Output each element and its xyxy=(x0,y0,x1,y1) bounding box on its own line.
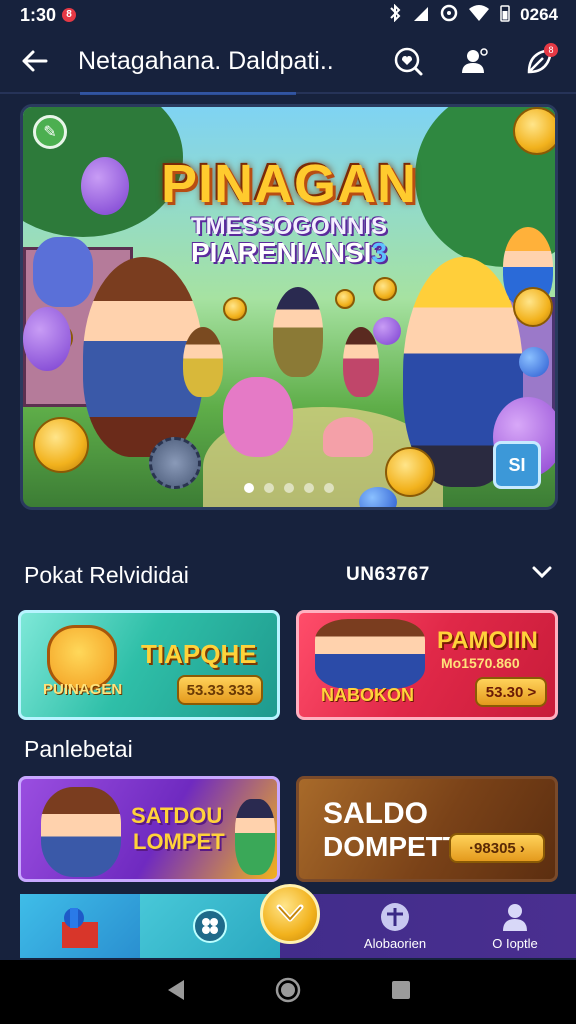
status-right: 0264 xyxy=(388,3,558,27)
purple-orb-decoration xyxy=(81,157,129,215)
back-button[interactable] xyxy=(16,43,52,79)
card-subtitle: Mo1570.860 xyxy=(441,655,520,671)
notification-dot: 8 xyxy=(62,8,77,22)
wallet-title-line2: DOMPETT xyxy=(323,831,460,862)
pink-monster-character xyxy=(223,377,293,457)
chevron-down-coin-icon xyxy=(276,904,304,922)
mushroom-character xyxy=(323,417,373,457)
gear-orb-decoration xyxy=(149,437,201,489)
search-button[interactable] xyxy=(388,41,428,81)
nav-label-profile: O Ioptle xyxy=(492,935,538,951)
message-badge: 8 xyxy=(544,43,558,57)
status-time: 1:30 xyxy=(20,4,57,25)
alarm-icon xyxy=(440,4,458,27)
wallet-title-line1: SALDO xyxy=(323,797,428,830)
coin-decoration xyxy=(373,277,397,301)
chevron-down-icon[interactable] xyxy=(530,562,554,587)
clover-icon xyxy=(193,909,227,943)
nav-item-profile[interactable]: O Ioptle xyxy=(460,894,570,958)
messages-button[interactable]: 8 xyxy=(520,41,560,81)
small-kid-character xyxy=(183,327,223,397)
hero-banner[interactable]: PINAGAN TMESSOGONNIS PIARENIANSI3 ✎ SI xyxy=(20,104,558,510)
card-caption: PUINAGEN xyxy=(43,681,123,698)
small-hero-character xyxy=(273,287,323,377)
section-header-2: Panlebetai xyxy=(24,736,133,762)
girl-hero-icon xyxy=(41,787,121,877)
bluetooth-icon xyxy=(388,3,402,27)
wifi-icon xyxy=(468,4,490,27)
recents-square-icon[interactable] xyxy=(390,979,412,1006)
activity-icon xyxy=(381,902,409,931)
section-header-1[interactable]: Pokat Relvididai UN63767 xyxy=(24,558,554,592)
game-card-tiapqhe[interactable]: TIAPQHE PUINAGEN 53.33 333 xyxy=(18,610,280,720)
card-price-pill[interactable]: 53.33 333 xyxy=(177,675,263,705)
coin-decoration xyxy=(335,289,355,309)
battery-text: 0264 xyxy=(520,5,558,24)
page-title: Netagahana. Daldpati.. xyxy=(78,46,334,75)
coin-decoration xyxy=(223,297,247,321)
carousel-dot[interactable] xyxy=(304,483,314,493)
battery-icon xyxy=(500,4,510,27)
search-heart-icon xyxy=(394,47,423,76)
game-card-pamoiin[interactable]: PAMOIIN Mo1570.860 NABOKON 53.30 > xyxy=(296,610,558,720)
app-bar-actions: 8 xyxy=(388,41,560,81)
hero-subtitle-suffix: 3 xyxy=(371,237,388,268)
signal-icon xyxy=(412,5,430,26)
system-navigation-bar xyxy=(0,960,576,1024)
nav-item-clover[interactable] xyxy=(140,894,280,958)
status-left: 1:30 8 xyxy=(20,4,77,26)
purple-orb-decoration xyxy=(23,307,71,371)
purple-orb-decoration xyxy=(373,317,401,345)
hero-subtitle-2-text: PIARENIANSI xyxy=(190,237,372,268)
coin-decoration xyxy=(513,107,555,155)
blue-orb-decoration xyxy=(519,347,549,377)
boy-hero-icon xyxy=(235,799,275,875)
small-girl-character xyxy=(343,327,379,397)
card-caption: NABOKON xyxy=(321,685,414,705)
game-card-satdou[interactable]: SATDOU LOMPET xyxy=(18,776,280,882)
user-icon xyxy=(462,48,488,73)
section-1-code: UN63767 xyxy=(346,564,430,585)
home-game-icon xyxy=(62,908,98,948)
wallet-amount-pill[interactable]: ·98305 › xyxy=(449,833,545,863)
banner-action-button[interactable]: SI xyxy=(493,441,541,489)
section-1-label: Pokat Relvididai xyxy=(24,561,189,588)
dog-character xyxy=(33,237,93,307)
carousel-dot[interactable] xyxy=(324,483,334,493)
coin-decoration xyxy=(513,287,553,327)
active-tab-indicator xyxy=(80,92,296,95)
back-triangle-icon[interactable] xyxy=(164,978,186,1007)
status-bar: 1:30 8 0264 xyxy=(0,0,576,30)
wallet-balance-card[interactable]: SALDO DOMPETT ·98305 › xyxy=(296,776,558,882)
card-price-pill[interactable]: 53.30 > xyxy=(475,677,547,707)
nav-item-home[interactable] xyxy=(20,894,140,958)
arrow-left-icon xyxy=(22,50,48,72)
card-title: PAMOIIN xyxy=(437,627,538,654)
nav-item-activity[interactable]: Alobaorien xyxy=(340,894,450,958)
card-title-line2: LOMPET xyxy=(133,829,225,854)
carousel-dot[interactable] xyxy=(244,483,254,493)
carousel-dots xyxy=(23,483,555,493)
coin-decoration xyxy=(33,417,89,473)
home-circle-icon[interactable] xyxy=(275,977,301,1008)
profile-icon xyxy=(503,903,527,931)
carousel-dot[interactable] xyxy=(264,483,274,493)
heroes-group-icon xyxy=(315,619,425,689)
card-title-line1: SATDOU xyxy=(131,803,223,828)
app-bar: Netagahana. Daldpati.. 8 xyxy=(0,30,576,94)
leaf-badge-icon: ✎ xyxy=(33,115,67,149)
card-title: TIAPQHE xyxy=(141,639,257,669)
carousel-dot[interactable] xyxy=(284,483,294,493)
coin-fab-button[interactable] xyxy=(260,884,320,944)
nav-label-activity: Alobaorien xyxy=(363,935,427,951)
user-button[interactable] xyxy=(454,41,494,81)
